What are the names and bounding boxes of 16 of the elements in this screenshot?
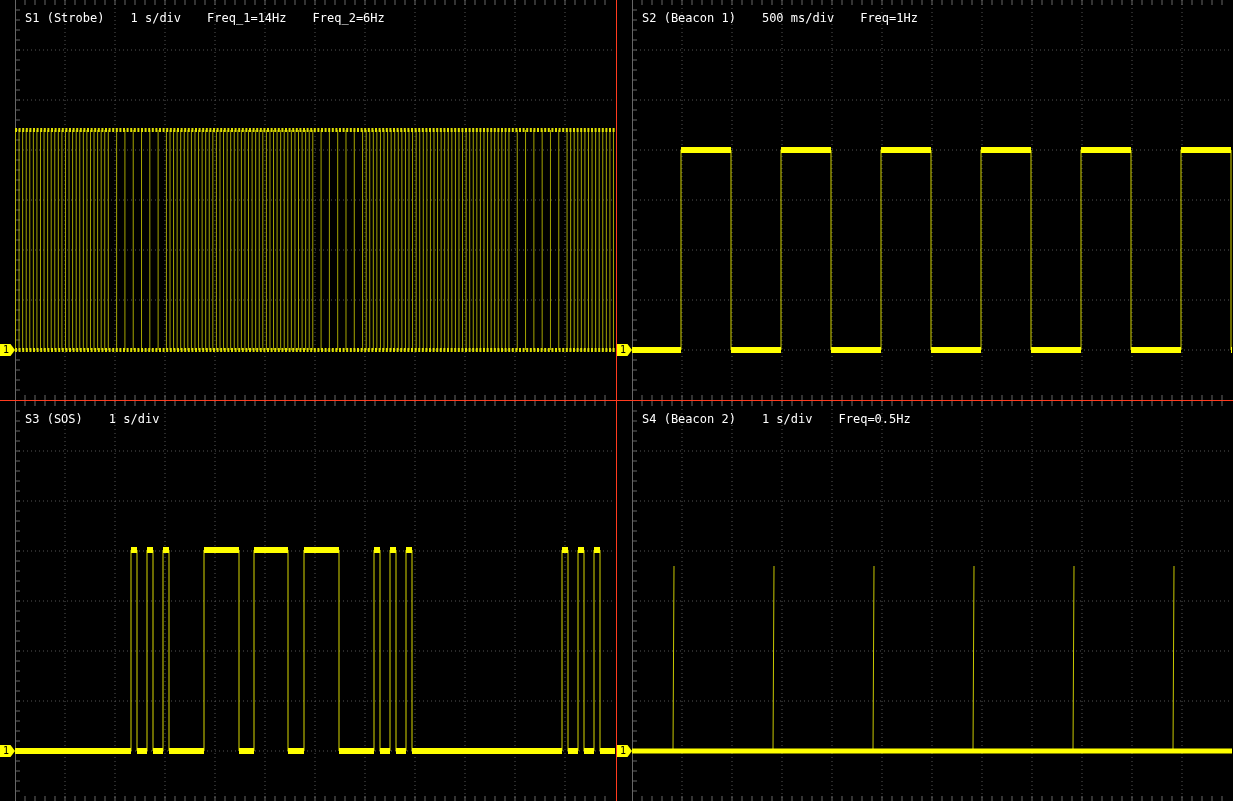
channel-marker: 1 xyxy=(0,745,15,757)
channel-title: S1 (Strobe) xyxy=(25,10,105,27)
timebase-label: 1 s/div xyxy=(108,411,160,428)
frequency-readout: Freq=0.5Hz xyxy=(838,411,911,428)
frequency-readout: Freq_1=14Hz xyxy=(207,10,287,27)
frequency-readout: Freq_2=6Hz xyxy=(312,10,385,27)
channel-title: S4 (Beacon 2) xyxy=(642,411,736,428)
channel-title: S2 (Beacon 1) xyxy=(642,10,736,27)
frequency-readout: Freq=1Hz xyxy=(860,10,918,27)
channel-title: S3 (SOS) xyxy=(25,411,83,428)
channel-marker: 1 xyxy=(617,745,632,757)
channel-marker: 1 xyxy=(617,344,632,356)
channel-marker: 1 xyxy=(0,344,15,356)
timebase-label: 1 s/div xyxy=(130,10,182,27)
timebase-label: 500 ms/div xyxy=(761,10,835,27)
timebase-label: 1 s/div xyxy=(761,411,813,428)
